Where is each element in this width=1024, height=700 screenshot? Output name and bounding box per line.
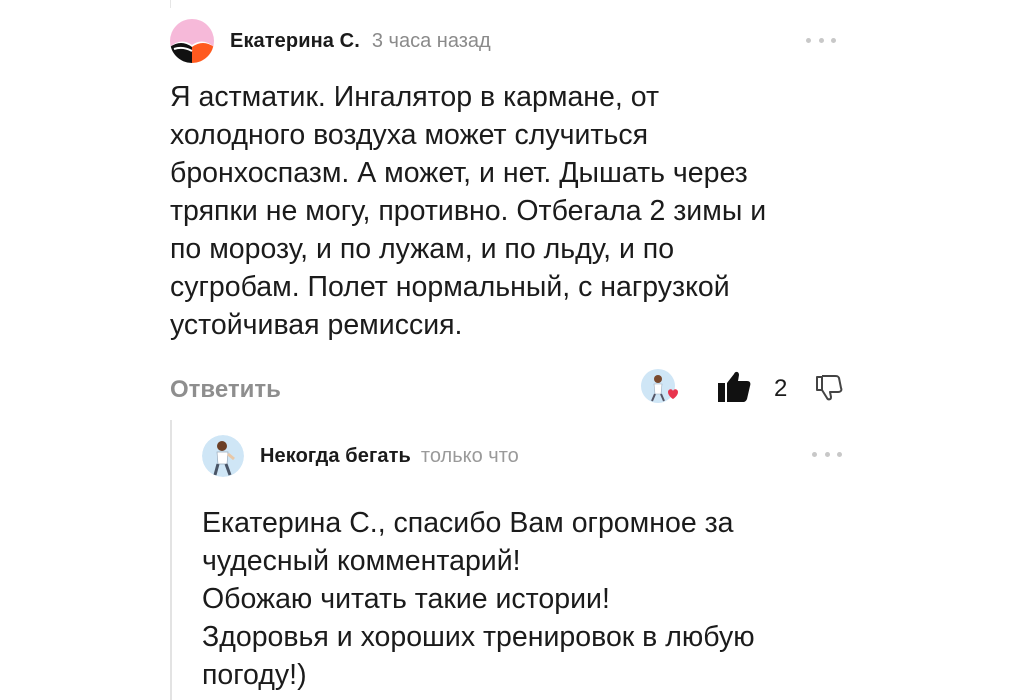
comment-text-line: сугробам. Полет нормальный, с нагрузкой: [170, 271, 730, 303]
comment-text-line: бронхоспазм. А может, и нет. Дышать чере…: [170, 157, 748, 189]
comment-text-line: холодного воздуха может случиться: [170, 119, 649, 151]
author-avatar[interactable]: [170, 19, 214, 63]
reply-text: Екатерина С., спасибо Вам огромное за чу…: [202, 504, 842, 694]
runner-avatar-with-heart-icon[interactable]: [640, 368, 680, 408]
comment-header: Екатерина С. 3 часа назад: [170, 18, 850, 64]
reply-text-line: Здоровья и хороших тренировок в любую: [202, 621, 755, 653]
comment-actions: Ответить 2: [170, 368, 850, 412]
pink-orange-abstract-avatar-icon: [170, 19, 214, 63]
author-name[interactable]: Екатерина С.: [230, 30, 360, 53]
thumbs-up-icon[interactable]: [716, 368, 752, 404]
reply-text-line: Обожаю читать такие истории!: [202, 583, 610, 615]
reply-text-line: Екатерина С., спасибо Вам огромное за: [202, 507, 734, 539]
more-dots-icon[interactable]: [812, 444, 842, 464]
reply-text-line: погоду!): [202, 659, 307, 691]
reply-author-name[interactable]: Некогда бегать: [260, 445, 411, 468]
reply-time: только что: [420, 444, 519, 467]
more-dots-icon[interactable]: [806, 30, 836, 50]
comment-text: Я астматик. Ингалятор в кармане, от холо…: [170, 78, 850, 344]
comment-text-line: устойчивая ремиссия.: [170, 309, 463, 341]
comment-text-line: Я астматик. Ингалятор в кармане, от: [170, 81, 660, 113]
comment-text-line: по морозу, и по лужам, и по льду, и по: [170, 233, 675, 265]
comment: Екатерина С. 3 часа назад Я астматик. Ин…: [170, 18, 850, 412]
reply-header: Некогда бегать только что: [202, 434, 842, 478]
runner-avatar-icon: [202, 435, 244, 477]
thread-line-top: [170, 0, 171, 8]
reply-button[interactable]: Ответить: [170, 376, 281, 404]
comment-time: 3 часа назад: [371, 29, 491, 52]
reply-content: Некогда бегать только что Екатерина С., …: [202, 434, 842, 694]
reply-comment: Некогда бегать только что Екатерина С., …: [170, 420, 852, 700]
reply-text-line: чудесный комментарий!: [202, 545, 521, 577]
comment-text-line: тряпки не могу, противно. Отбегала 2 зим…: [170, 195, 767, 227]
like-count: 2: [774, 375, 788, 402]
reply-author-avatar[interactable]: [202, 435, 244, 477]
thumbs-down-icon[interactable]: [814, 372, 844, 402]
